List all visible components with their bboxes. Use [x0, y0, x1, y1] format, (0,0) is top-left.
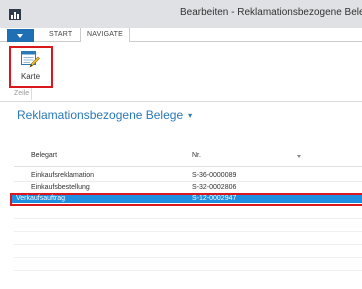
cell-nr: S-12-0002947: [192, 194, 237, 202]
empty-row-divider: [14, 257, 362, 258]
table-row-selected[interactable]: Verkaufsauftrag S-12-0002947: [10, 193, 362, 206]
column-header-belegart[interactable]: Belegart: [31, 152, 57, 159]
karte-label: Karte: [20, 72, 41, 81]
app-icon: [9, 9, 21, 20]
column-header-nr[interactable]: Nr.: [192, 152, 201, 159]
cell-nr: S-32-0002806: [192, 184, 237, 191]
tab-start[interactable]: START: [49, 31, 72, 38]
table-row[interactable]: Einkaufsreklamation S-36-0000089: [14, 170, 362, 182]
window-title: Bearbeiten - Reklamationsbezogene Belege: [180, 7, 362, 18]
empty-row-divider: [14, 218, 362, 219]
empty-row-divider: [14, 244, 362, 245]
ribbon: Karte Zeile: [0, 42, 362, 102]
title-bar: Bearbeiten - Reklamationsbezogene Belege: [0, 0, 362, 28]
table-header-divider: [14, 166, 362, 167]
ribbon-group-separator: [31, 88, 32, 100]
page-title[interactable]: Reklamationsbezogene Belege ▾: [17, 108, 192, 122]
tab-navigate[interactable]: NAVIGATE: [80, 28, 130, 42]
chevron-down-icon[interactable]: ▾: [188, 111, 192, 120]
page-title-text: Reklamationsbezogene Belege: [17, 108, 184, 122]
empty-row-divider: [14, 270, 362, 271]
karte-button[interactable]: Karte: [9, 46, 53, 88]
cell-belegart: Einkaufsreklamation: [31, 172, 95, 179]
cell-belegart: Verkaufsauftrag: [16, 194, 66, 202]
cell-belegart: Einkaufsbestellung: [31, 184, 90, 191]
card-edit-icon: [21, 51, 40, 68]
file-menu-button[interactable]: [7, 29, 34, 42]
ribbon-group-label: Zeile: [14, 90, 30, 97]
empty-row-divider: [14, 231, 362, 232]
ribbon-tab-row: START NAVIGATE: [0, 28, 362, 42]
cell-nr: S-36-0000089: [192, 172, 237, 179]
sort-descending-icon[interactable]: [297, 155, 301, 158]
